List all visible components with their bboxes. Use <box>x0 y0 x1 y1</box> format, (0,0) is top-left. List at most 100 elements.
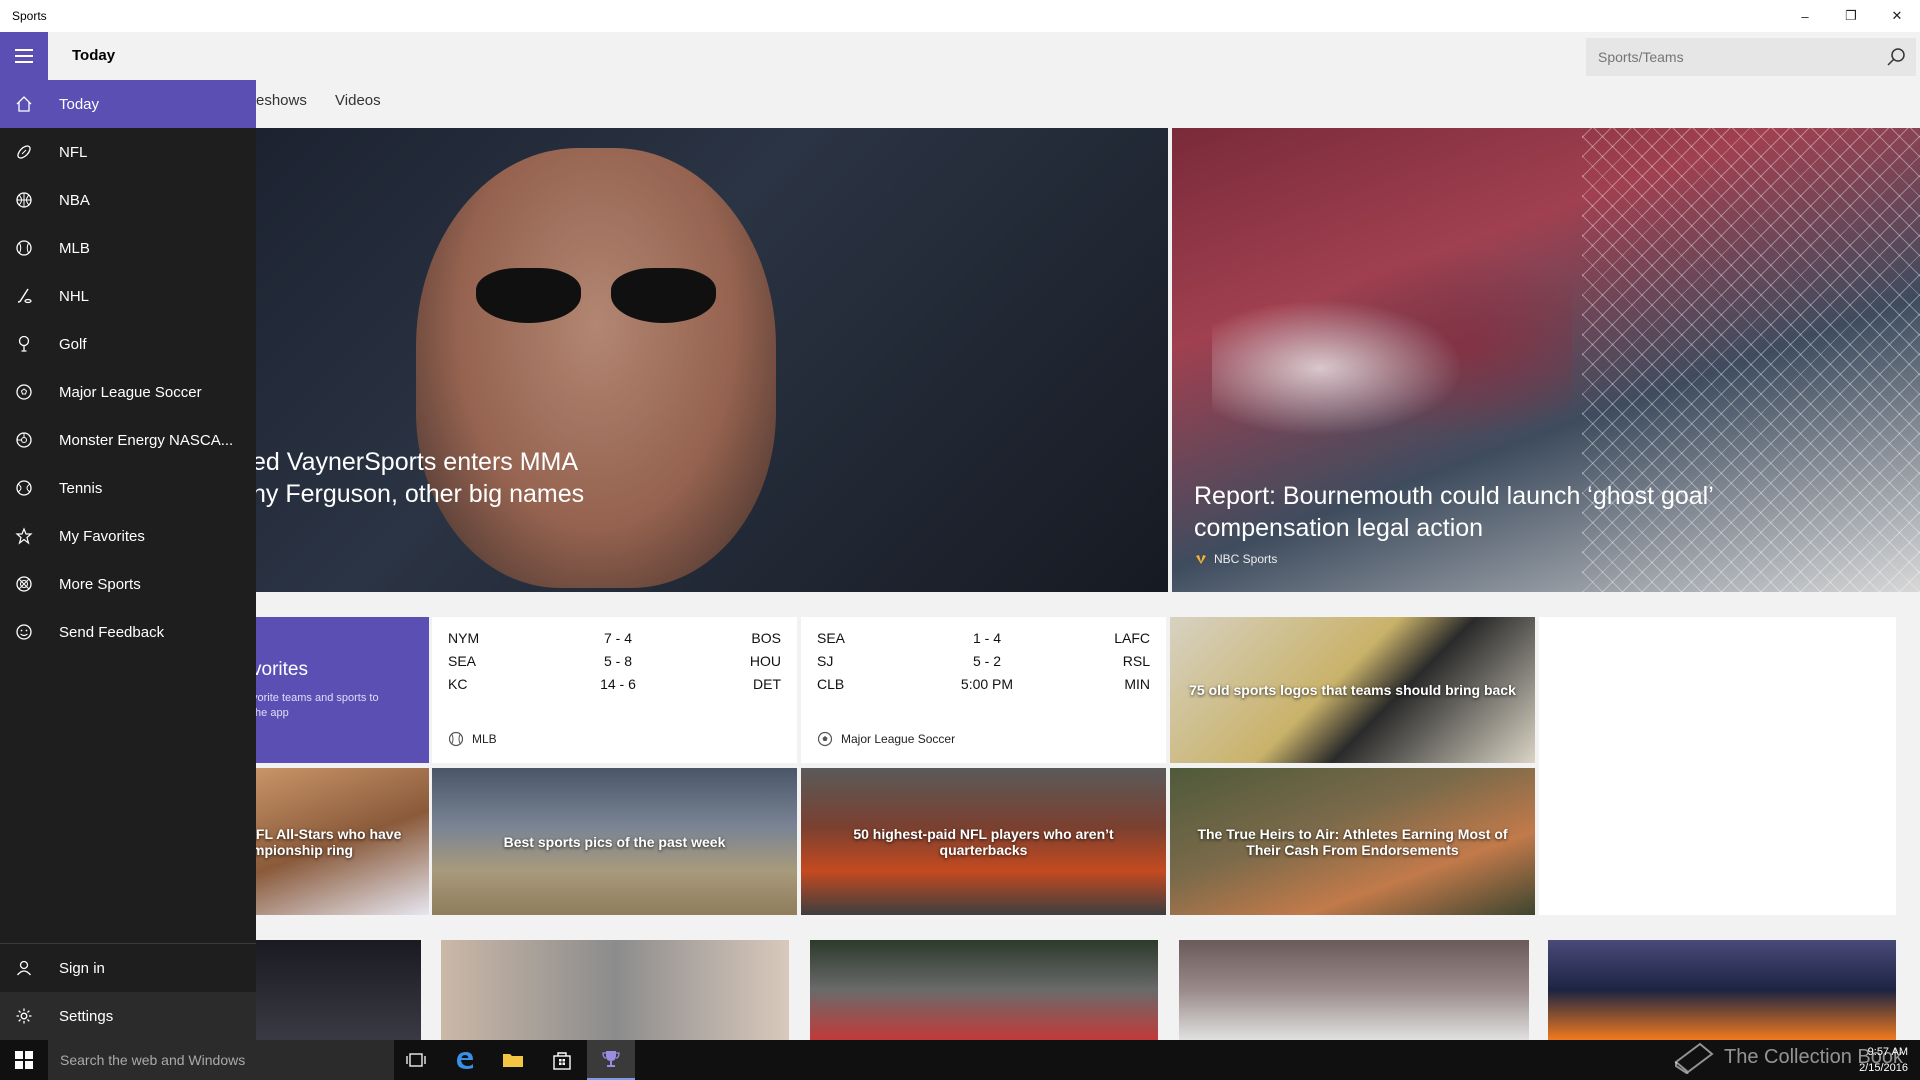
search-box[interactable] <box>1586 38 1916 76</box>
headline-line: ny Ferguson, other big names <box>256 480 585 508</box>
page-title: Today <box>72 47 116 64</box>
home-icon <box>16 96 32 112</box>
search-input[interactable] <box>1586 38 1876 76</box>
task-view-icon <box>406 1053 426 1067</box>
nav-item-send-feedback[interactable]: Send Feedback <box>0 608 256 656</box>
team-name: DET <box>753 676 781 692</box>
team-name: NYM <box>448 630 480 646</box>
hero-story-mma[interactable]: ed VaynerSports enters MMA ny Ferguson, … <box>256 128 1168 592</box>
nav-item-nfl[interactable]: NFL <box>0 128 256 176</box>
nav-item-mlb[interactable]: MLB <box>0 224 256 272</box>
hero-headline: Report: Bournemouth could launch ‘ghost … <box>1194 480 1754 544</box>
team-name: RSL <box>1122 653 1150 669</box>
story-tile-old-logos[interactable]: 75 old sports logos that teams should br… <box>1170 617 1535 763</box>
navigation-pane: Today NFL NBA MLB NHL Golf Major League … <box>0 80 256 1040</box>
nav-item-nba[interactable]: NBA <box>0 176 256 224</box>
headline-line: Report: Bournemouth could launch ‘ghost … <box>1194 482 1714 510</box>
store-bag-icon <box>553 1052 571 1070</box>
search-icon[interactable] <box>1886 47 1906 67</box>
watermark-text: The Collection Book <box>1724 1045 1903 1068</box>
restore-button[interactable]: ❐ <box>1828 0 1874 32</box>
empty-tile <box>1539 617 1896 915</box>
headline-line: ed VaynerSports enters MMA <box>256 448 579 476</box>
nav-item-golf[interactable]: Golf <box>0 320 256 368</box>
restore-icon: ❐ <box>1845 8 1857 23</box>
score-row: KC 14 - 6 DET <box>448 676 781 698</box>
soccer-icon <box>16 384 32 400</box>
gear-icon <box>16 1008 32 1024</box>
scores-tile-mls[interactable]: SEA 1 - 4 LAFC SJ 5 - 2 RSL CLB 5:00 PM … <box>801 617 1166 763</box>
hockey-icon <box>17 288 32 304</box>
start-button[interactable] <box>0 1040 48 1080</box>
story-thumbnail[interactable] <box>256 940 421 1040</box>
favorites-tile[interactable]: vorites vorite teams and sports to the a… <box>256 617 429 763</box>
tile-caption: Best sports pics of the past week <box>503 833 726 850</box>
content-tabs: eshows Videos <box>256 92 405 109</box>
favorites-icon <box>15 527 33 545</box>
team-name: MIN <box>1124 676 1150 692</box>
story-tile-nfl-paid[interactable]: 50 highest-paid NFL players who aren’t q… <box>801 768 1166 915</box>
watermark: The Collection Book <box>1672 1040 1903 1074</box>
hamburger-line <box>15 61 33 63</box>
nav-item-my-favorites[interactable]: My Favorites <box>0 512 256 560</box>
headline-line: compensation legal action <box>1194 514 1484 542</box>
tile-caption: 50 highest-paid NFL players who aren’t q… <box>853 825 1114 858</box>
hero-story-bournemouth[interactable]: Report: Bournemouth could launch ‘ghost … <box>1172 128 1920 592</box>
game-score: 5 - 8 <box>603 653 632 669</box>
game-score: 1 - 4 <box>972 630 1001 646</box>
league-name: Major League Soccer <box>841 732 956 746</box>
football-icon <box>17 145 31 159</box>
team-name: CLB <box>817 676 845 692</box>
story-tile-best-pics[interactable]: Best sports pics of the past week <box>432 768 797 915</box>
hero-headline: ed VaynerSports enters MMA ny Ferguson, … <box>256 446 584 510</box>
tile-caption: 75 old sports logos that teams should br… <box>1189 682 1516 698</box>
nav-item-sign-in[interactable]: Sign in <box>0 944 256 992</box>
nav-label: My Favorites <box>59 527 145 545</box>
story-thumbnail[interactable] <box>810 940 1158 1040</box>
store-button[interactable] <box>538 1040 586 1080</box>
story-thumbnail[interactable] <box>1179 940 1529 1040</box>
nav-item-tennis[interactable]: Tennis <box>0 464 256 512</box>
nav-item-settings[interactable]: Settings <box>0 992 256 1040</box>
baseball-icon <box>448 731 464 747</box>
minimize-button[interactable]: – <box>1782 0 1828 32</box>
close-button[interactable]: ✕ <box>1874 0 1920 32</box>
game-score: 7 - 4 <box>603 630 632 646</box>
nav-item-nascar[interactable]: Monster Energy NASCA... <box>0 416 256 464</box>
windows-logo-icon <box>15 1051 33 1069</box>
score-row: CLB 5:00 PM MIN <box>817 676 1150 698</box>
story-thumbnail[interactable] <box>1548 940 1896 1040</box>
smiley-icon <box>16 624 32 640</box>
story-thumbnail[interactable] <box>441 940 789 1040</box>
edge-taskbar-button[interactable] <box>441 1040 489 1080</box>
taskbar: Search the web and Windows 9:57 AM 2/15/… <box>0 1040 1920 1080</box>
nav-label: Major League Soccer <box>59 383 202 401</box>
taskbar-search-box[interactable]: Search the web and Windows <box>48 1040 394 1080</box>
sports-app-taskbar-button[interactable] <box>587 1040 635 1080</box>
game-score: 5:00 PM <box>960 676 1014 692</box>
nav-item-nhl[interactable]: NHL <box>0 272 256 320</box>
story-tile-true-heirs[interactable]: The True Heirs to Air: Athletes Earning … <box>1170 768 1535 915</box>
hero-photo-person <box>416 148 776 588</box>
nav-item-mls[interactable]: Major League Soccer <box>0 368 256 416</box>
nav-label: Tennis <box>59 479 103 497</box>
score-row: SEA 1 - 4 LAFC <box>817 630 1150 652</box>
tennis-icon <box>16 480 32 496</box>
tab-slideshows[interactable]: eshows <box>256 92 307 109</box>
sunglasses-graphic <box>476 268 716 328</box>
golf-icon <box>18 335 30 352</box>
file-explorer-button[interactable] <box>489 1040 537 1080</box>
score-row: SEA 5 - 8 HOU <box>448 653 781 675</box>
hamburger-menu-button[interactable] <box>0 32 48 80</box>
nav-item-more-sports[interactable]: More Sports <box>0 560 256 608</box>
story-tile-allstars[interactable]: IFL All-Stars who have mpionship ring <box>256 768 429 915</box>
nav-item-today[interactable]: Today <box>0 80 256 128</box>
task-view-button[interactable] <box>392 1040 440 1080</box>
edge-browser-icon <box>457 1052 473 1069</box>
scores-tile-mlb[interactable]: NYM 7 - 4 BOS SEA 5 - 8 HOU KC 14 - 6 DE… <box>432 617 797 763</box>
nav-label: Send Feedback <box>59 623 165 641</box>
close-icon: ✕ <box>1891 8 1903 23</box>
game-score: 14 - 6 <box>600 676 636 692</box>
tab-videos[interactable]: Videos <box>335 92 381 109</box>
folder-icon <box>503 1054 523 1067</box>
